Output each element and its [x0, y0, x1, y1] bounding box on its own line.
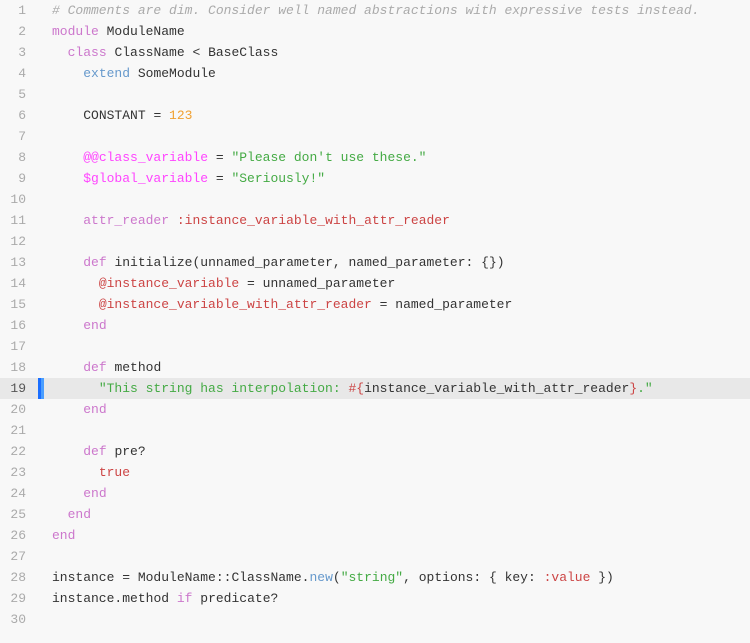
line-content-29: instance.method if predicate?: [44, 588, 750, 609]
line-content-30: [44, 609, 750, 630]
line-21: 21: [0, 420, 750, 441]
line-30: 30: [0, 609, 750, 630]
line-15: 15 @instance_variable_with_attr_reader =…: [0, 294, 750, 315]
line-content-11: attr_reader :instance_variable_with_attr…: [44, 210, 750, 231]
line-num-19: 19: [0, 378, 38, 399]
line-content-9: $global_variable = "Seriously!": [44, 168, 750, 189]
line-num-30: 30: [0, 609, 38, 630]
line-27: 27: [0, 546, 750, 567]
line-content-16: end: [44, 315, 750, 336]
line-num-26: 26: [0, 525, 38, 546]
line-content-21: [44, 420, 750, 441]
line-29: 29 instance.method if predicate?: [0, 588, 750, 609]
line-content-22: def pre?: [44, 441, 750, 462]
line-content-27: [44, 546, 750, 567]
line-content-1: # Comments are dim. Consider well named …: [44, 0, 750, 21]
line-num-8: 8: [0, 147, 38, 168]
line-content-4: extend SomeModule: [44, 63, 750, 84]
line-14: 14 @instance_variable = unnamed_paramete…: [0, 273, 750, 294]
line-num-2: 2: [0, 21, 38, 42]
line-content-23: true: [44, 462, 750, 483]
line-num-9: 9: [0, 168, 38, 189]
line-6: 6 CONSTANT = 123: [0, 105, 750, 126]
line-num-16: 16: [0, 315, 38, 336]
line-num-6: 6: [0, 105, 38, 126]
line-16: 16 end: [0, 315, 750, 336]
line-content-25: end: [44, 504, 750, 525]
line-10: 10: [0, 189, 750, 210]
line-28: 28 instance = ModuleName::ClassName.new(…: [0, 567, 750, 588]
line-content-18: def method: [44, 357, 750, 378]
line-num-13: 13: [0, 252, 38, 273]
line-content-24: end: [44, 483, 750, 504]
line-content-12: [44, 231, 750, 252]
line-num-25: 25: [0, 504, 38, 525]
line-24: 24 end: [0, 483, 750, 504]
line-num-29: 29: [0, 588, 38, 609]
line-4: 4 extend SomeModule: [0, 63, 750, 84]
line-18: 18 def method: [0, 357, 750, 378]
line-content-13: def initialize(unnamed_parameter, named_…: [44, 252, 750, 273]
line-content-3: class ClassName < BaseClass: [44, 42, 750, 63]
line-num-7: 7: [0, 126, 38, 147]
line-num-27: 27: [0, 546, 38, 567]
line-content-28: instance = ModuleName::ClassName.new("st…: [44, 567, 750, 588]
line-17: 17: [0, 336, 750, 357]
code-editor: 1 # Comments are dim. Consider well name…: [0, 0, 750, 643]
line-num-23: 23: [0, 462, 38, 483]
line-num-20: 20: [0, 399, 38, 420]
line-content-6: CONSTANT = 123: [44, 105, 750, 126]
line-num-4: 4: [0, 63, 38, 84]
line-content-10: [44, 189, 750, 210]
line-num-15: 15: [0, 294, 38, 315]
line-num-17: 17: [0, 336, 38, 357]
line-content-7: [44, 126, 750, 147]
line-13: 13 def initialize(unnamed_parameter, nam…: [0, 252, 750, 273]
line-num-5: 5: [0, 84, 38, 105]
line-11: 11 attr_reader :instance_variable_with_a…: [0, 210, 750, 231]
line-23: 23 true: [0, 462, 750, 483]
line-8: 8 @@class_variable = "Please don't use t…: [0, 147, 750, 168]
line-num-24: 24: [0, 483, 38, 504]
line-3: 3 class ClassName < BaseClass: [0, 42, 750, 63]
line-content-17: [44, 336, 750, 357]
line-2: 2 module ModuleName: [0, 21, 750, 42]
line-num-18: 18: [0, 357, 38, 378]
line-content-8: @@class_variable = "Please don't use the…: [44, 147, 750, 168]
line-num-14: 14: [0, 273, 38, 294]
line-content-14: @instance_variable = unnamed_parameter: [44, 273, 750, 294]
line-content-15: @instance_variable_with_attr_reader = na…: [44, 294, 750, 315]
line-num-1: 1: [0, 0, 38, 21]
line-content-5: [44, 84, 750, 105]
line-5: 5: [0, 84, 750, 105]
line-num-11: 11: [0, 210, 38, 231]
line-num-12: 12: [0, 231, 38, 252]
line-20: 20 end: [0, 399, 750, 420]
line-12: 12: [0, 231, 750, 252]
line-num-28: 28: [0, 567, 38, 588]
line-content-2: module ModuleName: [44, 21, 750, 42]
line-content-26: end: [44, 525, 750, 546]
line-1: 1 # Comments are dim. Consider well name…: [0, 0, 750, 21]
line-content-19: "This string has interpolation: #{instan…: [44, 378, 750, 399]
line-num-10: 10: [0, 189, 38, 210]
line-num-21: 21: [0, 420, 38, 441]
line-22: 22 def pre?: [0, 441, 750, 462]
line-num-3: 3: [0, 42, 38, 63]
line-7: 7: [0, 126, 750, 147]
line-content-20: end: [44, 399, 750, 420]
line-num-22: 22: [0, 441, 38, 462]
line-25: 25 end: [0, 504, 750, 525]
line-26: 26 end: [0, 525, 750, 546]
line-19: 19 "This string has interpolation: #{ins…: [0, 378, 750, 399]
line-9: 9 $global_variable = "Seriously!": [0, 168, 750, 189]
